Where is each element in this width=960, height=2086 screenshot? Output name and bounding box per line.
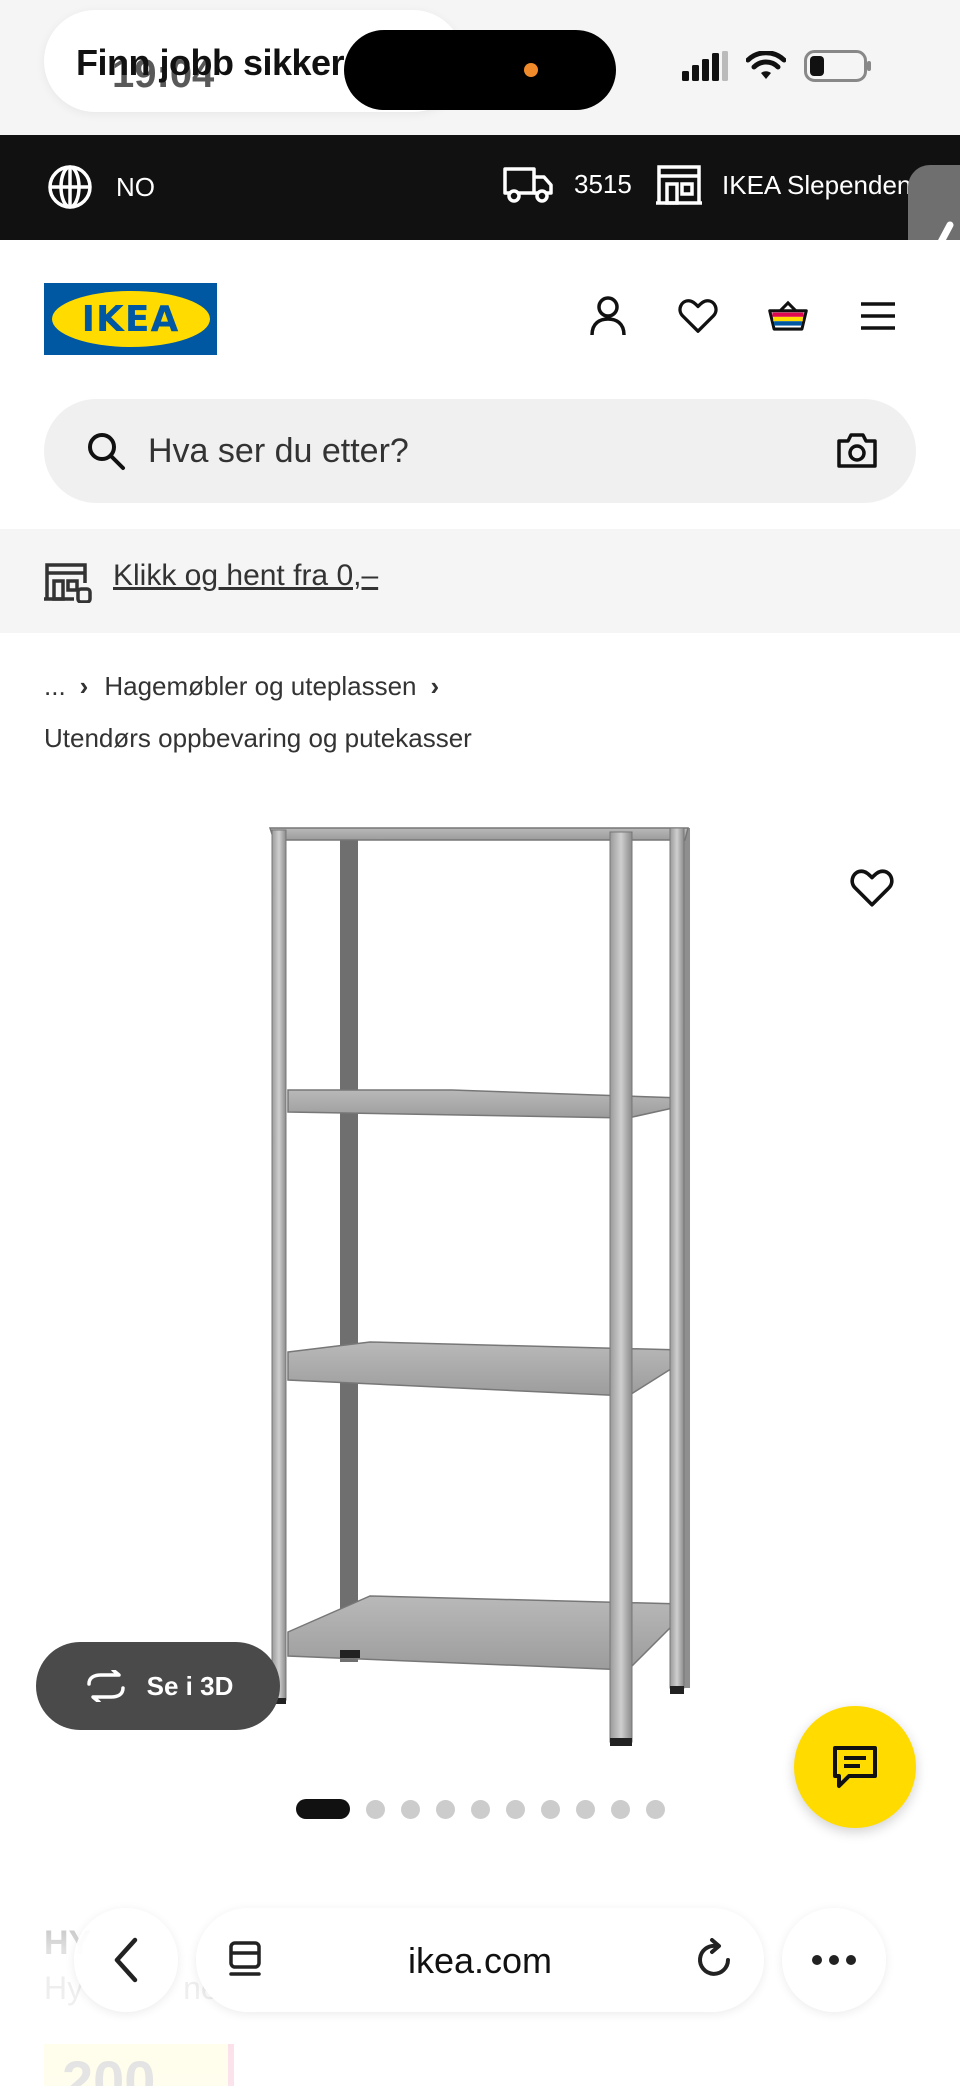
menu-button[interactable] <box>858 296 898 336</box>
dynamic-island <box>344 30 616 110</box>
site-header: IKEA <box>0 240 960 380</box>
header-actions <box>588 296 898 336</box>
carousel-dot[interactable] <box>611 1799 630 1819</box>
recording-indicator <box>524 63 538 77</box>
camera-search-icon[interactable] <box>836 431 878 469</box>
logo-oval: IKEA <box>51 291 210 347</box>
carousel-dot[interactable] <box>646 1799 665 1819</box>
chevron-left-icon <box>114 1937 138 1983</box>
rotate-3d-icon <box>86 1670 125 1702</box>
browser-back-button[interactable] <box>74 1908 178 2012</box>
status-bar: 19:04 Finn jobb sikker <box>0 0 960 135</box>
carousel-dot[interactable] <box>506 1799 525 1819</box>
shopping-bag-icon <box>768 300 808 331</box>
carousel-dot[interactable] <box>366 1799 385 1819</box>
store-selector[interactable]: IKEA Slependen <box>656 163 911 207</box>
more-options-icon <box>812 1955 856 1965</box>
url-domain: ikea.com <box>407 1940 553 1981</box>
store-pickup-icon <box>44 563 92 603</box>
store-label: IKEA Slependen <box>722 169 912 200</box>
hamburger-menu-icon <box>861 302 895 330</box>
globe-icon <box>48 165 92 209</box>
postcode-label: 3515 <box>574 168 632 199</box>
search-bar <box>44 399 916 503</box>
delivery-postcode[interactable]: 3515 <box>502 163 632 205</box>
account-button[interactable] <box>588 296 628 336</box>
cellular-signal-icon <box>682 51 728 81</box>
status-icons <box>682 50 872 82</box>
language-selector[interactable]: NO <box>46 163 155 211</box>
click-collect-banner: Klikk og hent fra 0,– <box>0 529 960 633</box>
browser-more-button[interactable] <box>782 1908 886 2012</box>
search-icon <box>88 433 125 470</box>
carousel-dot[interactable] <box>576 1799 595 1819</box>
person-icon <box>590 296 626 336</box>
heart-icon <box>850 869 894 907</box>
carousel-dot-active[interactable] <box>296 1799 350 1819</box>
store-icon <box>656 165 702 205</box>
top-info-bar: NO 3515 IKEA Slependen <box>0 135 960 240</box>
language-label: NO <box>116 171 155 202</box>
notification-text: Finn jobb sikker <box>76 42 345 83</box>
battery-icon <box>804 50 871 82</box>
chat-button[interactable] <box>794 1706 916 1828</box>
breadcrumb: ... › Hagemøbler og uteplassen › Utendørs o… <box>44 660 924 764</box>
chat-bubble-icon <box>833 1746 877 1788</box>
wifi-icon <box>746 51 786 79</box>
logo-text: IKEA <box>81 298 180 340</box>
carousel-dot[interactable] <box>541 1799 560 1819</box>
click-collect-link[interactable]: Klikk og hent fra 0,– <box>113 559 378 593</box>
cart-button[interactable] <box>768 296 808 336</box>
ikea-logo[interactable]: IKEA <box>44 283 217 355</box>
breadcrumb-item-garden[interactable]: Hagemøbler og uteplassen <box>104 671 416 701</box>
add-to-favourites-button[interactable] <box>850 868 894 912</box>
carousel-dot[interactable] <box>471 1799 490 1819</box>
heart-icon <box>678 299 718 333</box>
image-carousel-indicator <box>296 1799 665 1819</box>
reload-icon[interactable] <box>694 1938 734 1980</box>
carousel-dot[interactable] <box>436 1799 455 1819</box>
see-in-3d-label: Se i 3D <box>146 1670 234 1701</box>
truck-icon <box>503 167 553 203</box>
breadcrumb-separator: › <box>79 671 89 701</box>
product-image[interactable] <box>230 790 710 1760</box>
breadcrumb-ellipsis[interactable]: ... <box>44 671 66 701</box>
breadcrumb-separator: › <box>430 671 440 701</box>
see-in-3d-button[interactable]: Se i 3D <box>36 1642 280 1730</box>
search-input[interactable] <box>148 423 748 479</box>
breadcrumb-item-outdoor-storage[interactable]: Utendørs oppbevaring og putekasser <box>44 723 472 753</box>
carousel-dot[interactable] <box>401 1799 420 1819</box>
address-bar[interactable]: ikea.com <box>196 1908 764 2012</box>
favourites-button[interactable] <box>678 296 718 336</box>
